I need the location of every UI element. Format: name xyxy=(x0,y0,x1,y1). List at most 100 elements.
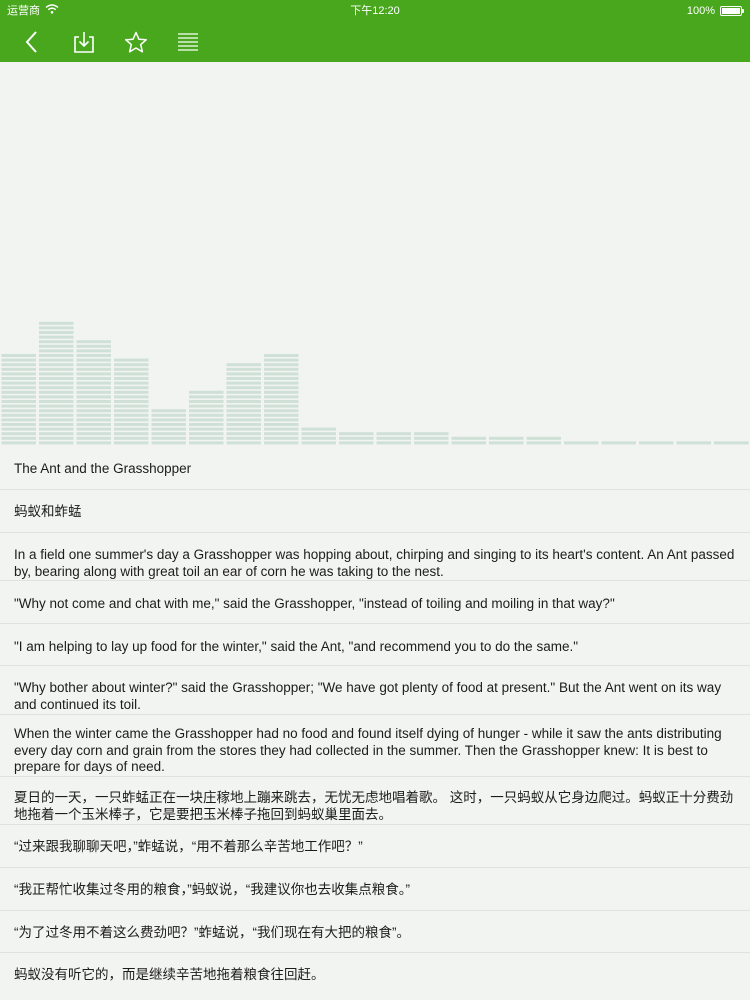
chart-bar-segment xyxy=(264,400,299,403)
chart-bar-segment xyxy=(39,377,74,380)
chart-bar-segment xyxy=(76,413,111,417)
chart-bar xyxy=(226,363,261,445)
chart-bar xyxy=(601,441,636,445)
chart-bar-segment xyxy=(264,409,299,413)
chart-bar-segment xyxy=(39,331,74,334)
chart-bar-segment xyxy=(1,441,36,445)
chart-bar xyxy=(339,432,374,445)
chart-bar-segment xyxy=(114,372,149,376)
top-bar: 运营商 下午12:20 100% xyxy=(0,0,750,62)
chart-bar-segment xyxy=(1,436,36,440)
paragraph-row[interactable]: In a field one summer's day a Grasshoppe… xyxy=(0,533,750,581)
chart-bar-segment xyxy=(226,418,261,422)
chart-bar-segment xyxy=(151,436,186,440)
chart-bar-segment xyxy=(1,381,36,385)
list-icon xyxy=(177,32,199,52)
paragraph-row[interactable]: "I am helping to lay up food for the win… xyxy=(0,624,750,666)
chart-bar-segment xyxy=(226,400,261,403)
chart-bar-segment xyxy=(226,409,261,413)
chart-bar-segment xyxy=(39,436,74,440)
chart-bar-segment xyxy=(1,372,36,376)
paragraph-text: "Why not come and chat with me," said th… xyxy=(14,596,615,611)
menu-button[interactable] xyxy=(168,22,208,62)
chart-bar-segment xyxy=(301,436,336,440)
paragraph-row[interactable]: “为了过冬用不着这么费劲吧？”蚱蜢说，“我们现在有大把的粮食”。 xyxy=(0,911,750,953)
chart-bar-segment xyxy=(114,436,149,440)
chart-bar-segment xyxy=(189,395,224,399)
paragraph-row[interactable]: 蚂蚁没有听它的，而是继续辛苦地拖着粮食往回赶。 xyxy=(0,953,750,995)
chart-bar-segment xyxy=(264,363,299,367)
battery-icon xyxy=(720,6,744,16)
chart-bar-segment xyxy=(489,441,524,445)
favorite-button[interactable] xyxy=(116,22,156,62)
chart-bar-segment xyxy=(226,381,261,385)
chart-bar-segment xyxy=(151,418,186,422)
chart-bar-segment xyxy=(76,423,111,426)
chart-bar xyxy=(376,432,411,445)
chart-bar-segment xyxy=(226,423,261,426)
chart-bar-segment xyxy=(1,358,36,362)
back-button[interactable] xyxy=(12,22,52,62)
chart-bar-segment xyxy=(264,358,299,362)
chart-bar-segment xyxy=(39,432,74,436)
chart-bar-segment xyxy=(264,441,299,445)
paragraph-row[interactable]: The Ant and the Grasshopper xyxy=(0,448,750,490)
chart-bar-segment xyxy=(39,349,74,353)
chart-bar-segment xyxy=(376,432,411,436)
chart-bar-segment xyxy=(264,367,299,371)
chart-bar-segment xyxy=(1,390,36,394)
chart-bar-segment xyxy=(39,321,74,325)
chart-bar-segment xyxy=(189,413,224,417)
chart-bar xyxy=(676,441,711,445)
paragraph-row[interactable]: "Why not come and chat with me," said th… xyxy=(0,581,750,624)
audio-level-chart xyxy=(0,62,750,448)
toolbar xyxy=(0,22,750,62)
chart-bar-segment xyxy=(39,404,74,408)
status-bar: 运营商 下午12:20 100% xyxy=(0,0,750,22)
chart-bar-segment xyxy=(264,377,299,380)
chart-bar-segment xyxy=(226,363,261,367)
chart-bar-segment xyxy=(114,413,149,417)
chart-bar-segment xyxy=(114,432,149,436)
chart-bar-segment xyxy=(1,432,36,436)
paragraph-text: “为了过冬用不着这么费劲吧？”蚱蜢说，“我们现在有大把的粮食”。 xyxy=(14,925,410,940)
chart-bar-segment xyxy=(39,335,74,339)
chart-bar xyxy=(564,441,599,445)
chart-bar-segment xyxy=(376,436,411,440)
chart-bar-segment xyxy=(264,432,299,436)
chart-bar-segment xyxy=(151,432,186,436)
chart-bar-segment xyxy=(264,436,299,440)
paragraph-text: When the winter came the Grasshopper had… xyxy=(14,726,722,774)
paragraph-text: "Why bother about winter?" said the Gras… xyxy=(14,680,722,712)
paragraph-row[interactable]: "Why bother about winter?" said the Gras… xyxy=(0,666,750,715)
chart-bar-segment xyxy=(76,377,111,380)
chart-bar-segment xyxy=(114,377,149,380)
paragraph-row[interactable]: “过来跟我聊聊天吧，”蚱蜢说，“用不着那么辛苦地工作吧？” xyxy=(0,825,750,868)
chart-bar-segment xyxy=(76,354,111,357)
chart-bar-segment xyxy=(39,381,74,385)
paragraph-row[interactable]: When the winter came the Grasshopper had… xyxy=(0,715,750,777)
chart-bar-segment xyxy=(189,400,224,403)
paragraph-row[interactable]: “我正帮忙收集过冬用的粮食，”蚂蚁说，“我建议你也去收集点粮食。” xyxy=(0,868,750,911)
chart-bar-segment xyxy=(264,354,299,357)
chart-svg xyxy=(1,321,749,445)
paragraph-row[interactable]: 夏日的一天，一只蚱蜢正在一块庄稼地上蹦来跳去，无忧无虑地唱着歌。 这时，一只蚂蚁… xyxy=(0,777,750,825)
chart-bar-segment xyxy=(76,386,111,390)
paragraph-row[interactable]: 蚂蚁和蚱蜢 xyxy=(0,490,750,533)
download-button[interactable] xyxy=(64,22,104,62)
chart-bar-segment xyxy=(39,326,74,330)
chart-bar-segment xyxy=(114,441,149,445)
chart-bar-segment xyxy=(76,349,111,353)
chart-bar-segment xyxy=(76,381,111,385)
chart-bar xyxy=(714,441,749,445)
chart-bar xyxy=(264,354,299,445)
chart-bar xyxy=(526,436,561,445)
chart-bar-segment xyxy=(1,413,36,417)
chart-bar xyxy=(39,321,74,445)
chart-bar xyxy=(301,427,336,445)
chart-bar-segment xyxy=(76,441,111,445)
chart-bar xyxy=(639,441,674,445)
chart-bar-segment xyxy=(264,427,299,431)
chart-bar-segment xyxy=(39,390,74,394)
chart-bar-segment xyxy=(226,436,261,440)
